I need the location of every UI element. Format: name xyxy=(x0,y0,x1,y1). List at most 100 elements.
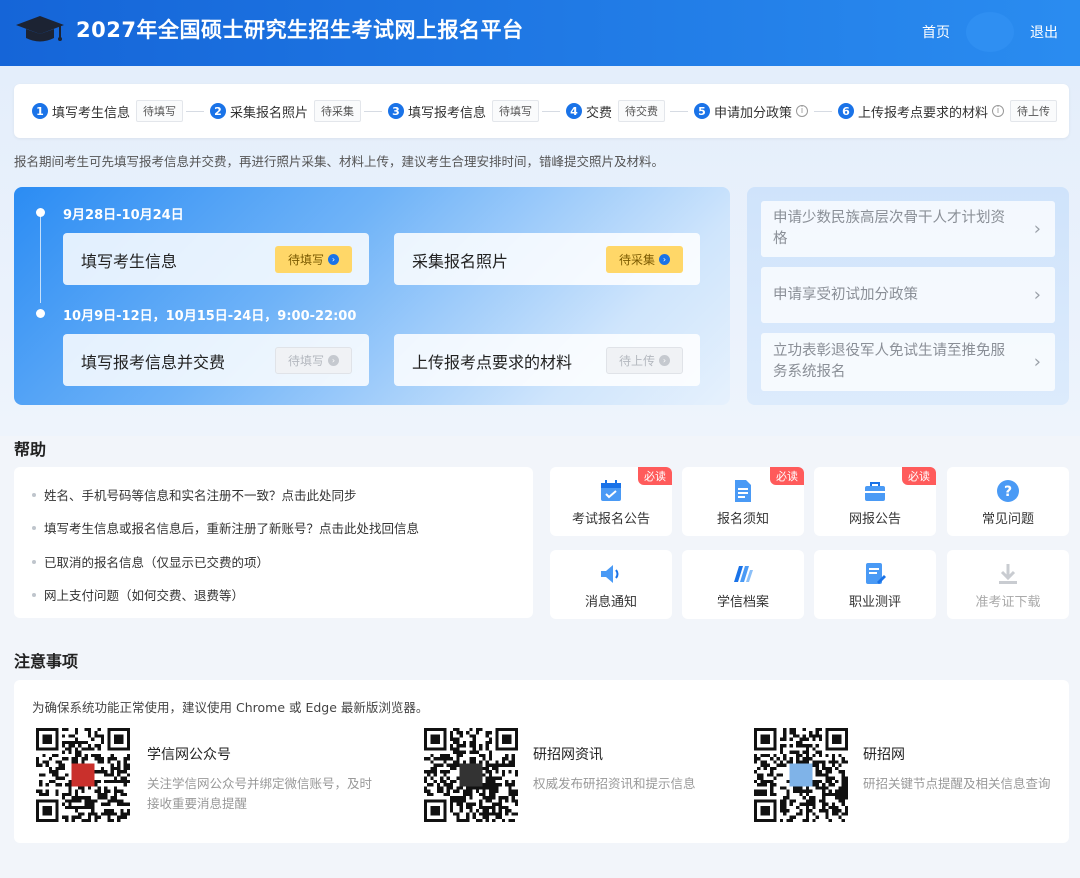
step-2[interactable]: 2 采集报名照片 待采集 xyxy=(210,100,362,122)
notes-title: 注意事项 xyxy=(14,652,79,671)
help-link-label: 填写考生信息或报名信息后，重新注册了新账号？点击此处找回信息 xyxy=(44,521,420,536)
task-status-button: 待填写 › xyxy=(275,347,352,374)
tile-xuexin-archive[interactable]: 学信档案 xyxy=(682,550,804,619)
help-title: 帮助 xyxy=(14,440,47,459)
question-icon: ? xyxy=(997,480,1019,502)
step-1[interactable]: 1 填写考生信息 待填写 xyxy=(32,100,184,122)
step-number: 3 xyxy=(388,103,404,119)
step-status-badge: 待填写 xyxy=(136,100,184,122)
nav-home-link[interactable]: 首页 xyxy=(922,22,950,42)
qr-desc: 关注学信网公众号并绑定微信账号，及时接收重要消息提醒 xyxy=(147,776,373,811)
help-box: 姓名、手机号码等信息和实名注册不一致？点击此处同步 填写考生信息或报名信息后，重… xyxy=(14,467,533,618)
top-header: 2027年全国硕士研究生招生考试网上报名平台 首页 退出 xyxy=(0,0,1080,66)
tile-online-announcement[interactable]: 网报公告 必读 xyxy=(814,467,936,536)
step-6[interactable]: 6 上传报考点要求的材料 i 待上传 xyxy=(838,100,1058,122)
notice-text: 报名期间考生可先填写报考信息并交费，再进行照片采集、材料上传，建议考生合理安排时… xyxy=(14,154,665,169)
qr-desc: 权威发布研招资讯和提示信息 xyxy=(533,776,696,791)
step-number: 6 xyxy=(838,103,854,119)
arrow-right-icon: › xyxy=(328,355,339,366)
step-number: 4 xyxy=(566,103,582,119)
bullet xyxy=(32,492,36,497)
task-label: 填写考生信息 xyxy=(81,252,178,271)
help-link[interactable]: 已取消的报名信息（仅显示已交费的项） xyxy=(32,552,269,571)
step-label: 采集报名照片 xyxy=(230,105,309,121)
task-card[interactable]: 填写考生信息 待填写 › xyxy=(63,233,369,285)
help-link[interactable]: 姓名、手机号码等信息和实名注册不一致？点击此处同步 xyxy=(32,485,357,504)
tile-registration-notice[interactable]: 报名须知 必读 xyxy=(682,467,804,536)
step-label: 申请加分政策 xyxy=(714,105,793,121)
browser-tip: 为确保系统功能正常使用，建议使用 Chrome 或 Edge 最新版浏览器。 xyxy=(32,700,429,715)
task-card[interactable]: 填写报考信息并交费 待填写 › xyxy=(63,334,369,386)
logout-link[interactable]: 退出 xyxy=(1030,22,1058,42)
timeline-line xyxy=(40,213,41,303)
tile-label: 职业测评 xyxy=(848,595,901,610)
qr-desc: 研招关键节点提醒及相关信息查询 xyxy=(863,776,1051,791)
tile-exam-announcement[interactable]: 考试报名公告 必读 xyxy=(550,467,672,536)
step-5[interactable]: 5 申请加分政策 i xyxy=(694,101,809,121)
tile-label: 考试报名公告 xyxy=(571,512,650,527)
step-status-badge: 待交费 xyxy=(618,100,666,122)
side-item-veteran[interactable]: 立功表彰退役军人免试生请至推免服务系统报名 › xyxy=(761,333,1055,391)
task-status-label: 待上传 xyxy=(618,354,655,368)
speaker-icon xyxy=(601,565,619,583)
task-label: 采集报名照片 xyxy=(412,252,509,271)
tile-admission-ticket-download: 准考证下载 xyxy=(947,550,1069,619)
info-icon[interactable]: i xyxy=(992,105,1005,117)
step-4[interactable]: 4 交费 待交费 xyxy=(566,100,666,122)
chevron-right-icon: › xyxy=(1033,284,1041,306)
document-icon xyxy=(735,480,751,502)
files-icon xyxy=(734,566,753,582)
tile-label: 常见问题 xyxy=(981,512,1034,527)
help-link[interactable]: 网上支付问题（如何交费、退费等） xyxy=(32,585,244,604)
task-card[interactable]: 上传报考点要求的材料 待上传 › xyxy=(394,334,700,386)
help-link-label: 姓名、手机号码等信息和实名注册不一致？点击此处同步 xyxy=(44,488,357,503)
step-3[interactable]: 3 填写报考信息 待填写 xyxy=(388,100,540,122)
side-item-label: 立功表彰退役军人免试生请至推免服务系统报名 xyxy=(773,343,1005,380)
must-read-badge: 必读 xyxy=(770,467,804,485)
help-link[interactable]: 填写考生信息或报名信息后，重新注册了新账号？点击此处找回信息 xyxy=(32,518,419,537)
tile-message-notice[interactable]: 消息通知 xyxy=(550,550,672,619)
task-card[interactable]: 采集报名照片 待采集 › xyxy=(394,233,700,285)
qr-code-xuexin xyxy=(36,728,130,822)
tile-label: 学信档案 xyxy=(716,595,769,610)
task-status-label: 待填写 xyxy=(287,253,324,267)
qr-code-yanzhao xyxy=(754,728,848,822)
task-status-button[interactable]: 待填写 › xyxy=(275,246,352,273)
calendar-icon xyxy=(601,480,621,501)
bullet xyxy=(32,559,36,564)
task-status-label: 待采集 xyxy=(618,253,655,267)
download-icon xyxy=(999,564,1017,584)
step-status-badge: 待填写 xyxy=(492,100,540,122)
task-label: 上传报考点要求的材料 xyxy=(412,353,573,372)
info-icon[interactable]: i xyxy=(796,105,809,117)
chevron-right-icon: › xyxy=(1033,351,1041,373)
tile-career-assessment[interactable]: 职业测评 xyxy=(814,550,936,619)
step-divider xyxy=(542,111,560,112)
qr-title: 研招网 xyxy=(863,747,905,763)
policy-side-card: 申请少数民族高层次骨干人才计划资格 › 申请享受初试加分政策 › 立功表彰退役军人免… xyxy=(747,187,1069,405)
timeline-dot xyxy=(36,309,45,318)
side-item-minority[interactable]: 申请少数民族高层次骨干人才计划资格 › xyxy=(761,201,1055,257)
step-number: 2 xyxy=(210,103,226,119)
tile-label: 网报公告 xyxy=(848,512,901,527)
step-label: 上传报考点要求的材料 xyxy=(858,105,989,121)
task-status-label: 待填写 xyxy=(287,354,324,368)
avatar[interactable] xyxy=(966,12,1014,52)
arrow-right-icon: › xyxy=(659,355,670,366)
step-divider xyxy=(186,111,204,112)
side-item-bonus[interactable]: 申请享受初试加分政策 › xyxy=(761,267,1055,323)
svg-text:?: ? xyxy=(1004,484,1012,500)
tile-faq[interactable]: ? 常见问题 xyxy=(947,467,1069,536)
site-title: 2027年全国硕士研究生招生考试网上报名平台 xyxy=(76,18,524,42)
side-item-label: 申请享受初试加分政策 xyxy=(773,286,918,303)
step-divider xyxy=(814,111,832,112)
arrow-right-icon: › xyxy=(659,254,670,265)
task-status-button[interactable]: 待采集 › xyxy=(606,246,683,273)
step-status-badge: 待采集 xyxy=(314,100,362,122)
graduation-cap-icon xyxy=(16,16,64,42)
tile-label: 消息通知 xyxy=(584,595,637,610)
task-status-button: 待上传 › xyxy=(606,347,683,374)
qr-code-yanzhao-news xyxy=(424,728,518,822)
step-status-badge: 待上传 xyxy=(1010,100,1058,122)
help-link-label: 已取消的报名信息（仅显示已交费的项） xyxy=(44,555,270,570)
